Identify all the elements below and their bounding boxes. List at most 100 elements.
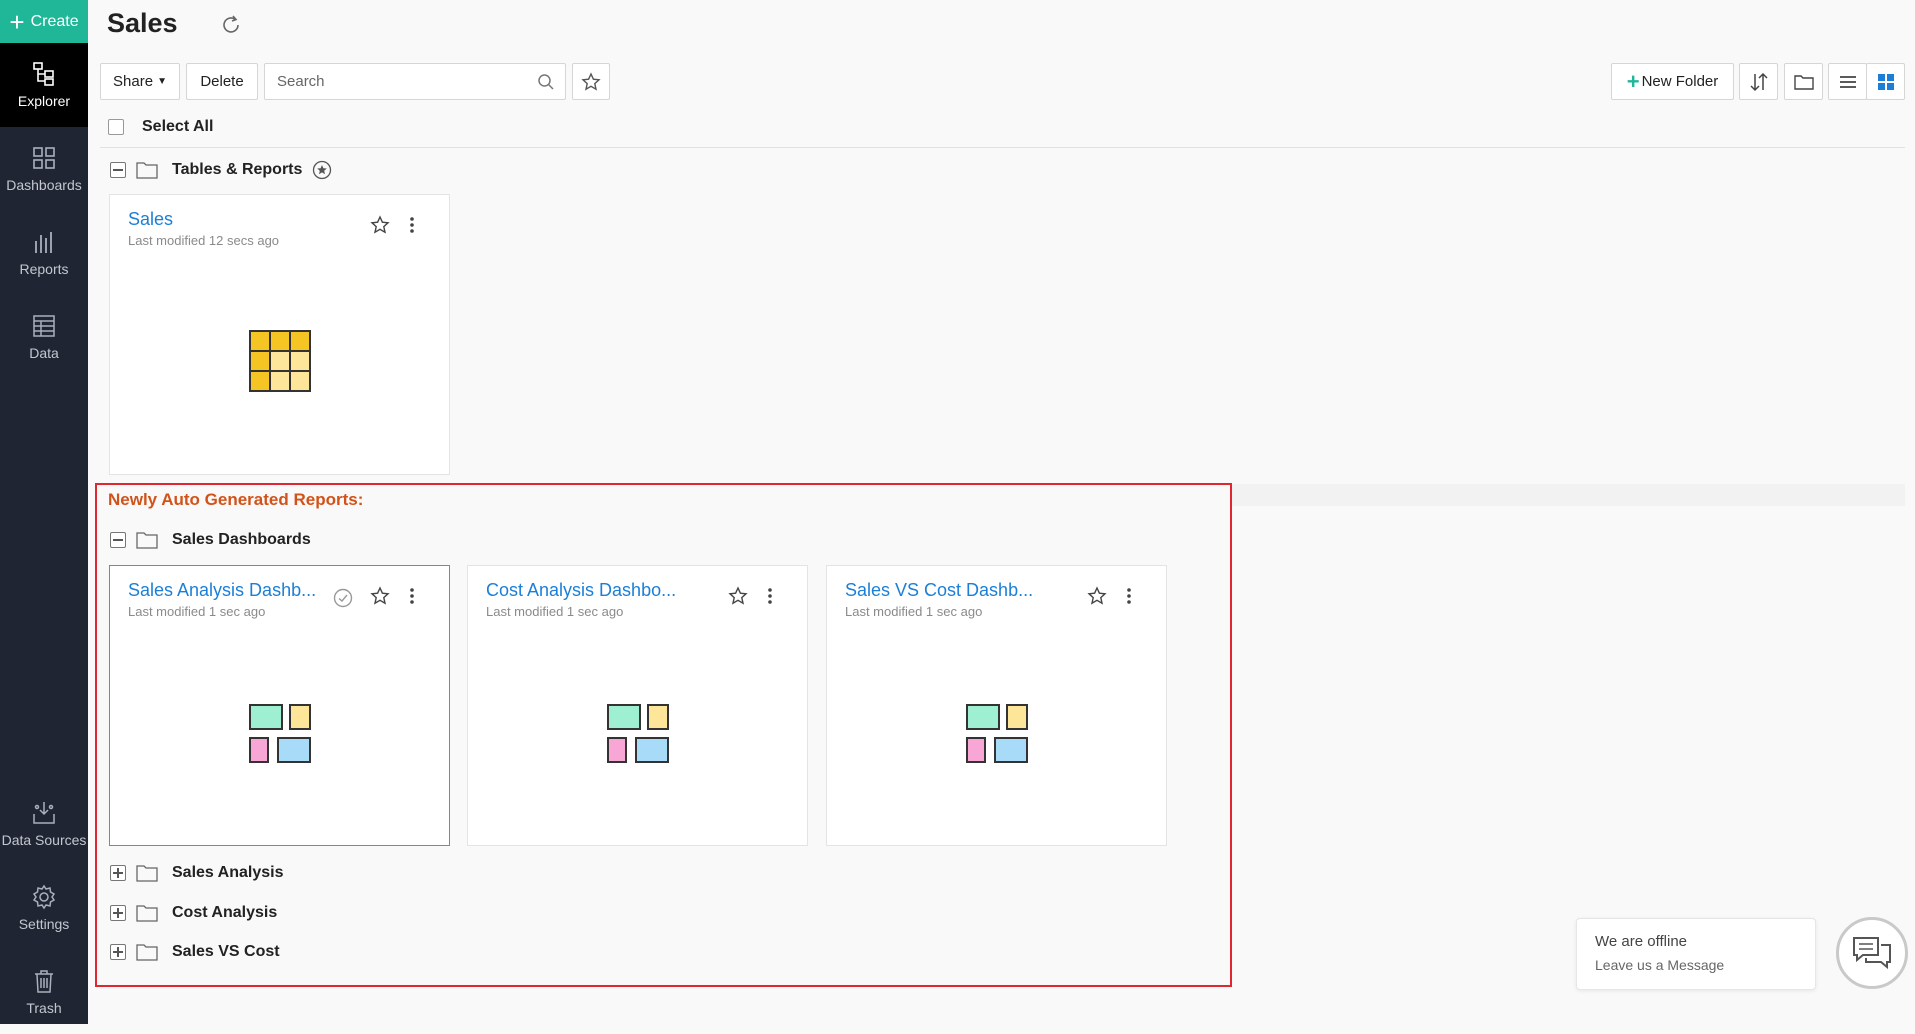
row-band xyxy=(1232,484,1905,506)
folder-label: Cost Analysis xyxy=(172,904,278,921)
grid-view-button[interactable] xyxy=(1866,63,1905,100)
folder-label: Sales VS Cost xyxy=(172,943,280,960)
dashboard-card-cost-analysis[interactable]: Cost Analysis Dashbo... Last modified 1 … xyxy=(467,565,808,846)
grid-icon xyxy=(1877,73,1894,90)
divider xyxy=(100,147,1905,148)
list-icon xyxy=(1839,75,1856,88)
folder-row-cost-analysis[interactable]: Cost Analysis xyxy=(110,904,277,922)
star-icon[interactable] xyxy=(370,586,390,606)
card-title[interactable]: Sales VS Cost Dashb... xyxy=(845,580,1033,601)
folder-label: Sales Dashboards xyxy=(172,531,311,548)
share-button[interactable]: Share ▼ xyxy=(100,63,180,100)
sidebar: + Create Explorer Dashboards Reports Dat… xyxy=(0,0,88,1024)
folder-row-sales-vs-cost[interactable]: Sales VS Cost xyxy=(110,943,280,961)
chat-cta[interactable]: Leave us a Message xyxy=(1595,957,1724,973)
sidebar-item-label: Trash xyxy=(26,1000,62,1016)
search-icon[interactable] xyxy=(537,73,555,91)
sidebar-item-explorer[interactable]: Explorer xyxy=(0,43,88,127)
plus-icon: + xyxy=(9,6,25,37)
sidebar-item-label: Dashboards xyxy=(6,177,82,193)
folder-row-sales-dashboards[interactable]: Sales Dashboards xyxy=(110,531,311,549)
expand-toggle[interactable] xyxy=(110,865,126,881)
more-options-icon[interactable] xyxy=(402,586,422,606)
star-icon[interactable] xyxy=(728,586,748,606)
dashboard-card-sales-analysis[interactable]: Sales Analysis Dashb... Last modified 1 … xyxy=(109,565,450,846)
sidebar-item-label: Settings xyxy=(18,916,70,932)
sort-icon xyxy=(1749,72,1768,91)
collapse-toggle[interactable] xyxy=(110,532,126,548)
sidebar-item-data-sources[interactable]: Data Sources xyxy=(0,782,88,866)
newly-generated-label: Newly Auto Generated Reports: xyxy=(108,490,364,509)
data-sources-icon xyxy=(33,802,55,824)
data-icon xyxy=(33,315,55,337)
sidebar-item-dashboards[interactable]: Dashboards xyxy=(0,127,88,211)
select-all-checkbox[interactable] xyxy=(108,119,124,135)
delete-button[interactable]: Delete xyxy=(186,63,258,100)
refresh-icon[interactable] xyxy=(219,13,243,37)
expand-toggle[interactable] xyxy=(110,944,126,960)
collapse-toggle[interactable] xyxy=(110,162,126,178)
sidebar-item-label: Reports xyxy=(19,261,69,277)
folder-icon xyxy=(136,162,158,179)
favorite-filter-button[interactable] xyxy=(572,63,610,100)
folder-label: Tables & Reports xyxy=(172,161,303,178)
dashboards-icon xyxy=(33,147,55,169)
sidebar-item-reports[interactable]: Reports xyxy=(0,211,88,295)
sidebar-item-label: Data Sources xyxy=(1,832,87,848)
search-input[interactable] xyxy=(265,64,525,99)
list-view-button[interactable] xyxy=(1828,63,1867,100)
create-button[interactable]: + Create xyxy=(0,0,88,43)
card-modified: Last modified 1 sec ago xyxy=(845,604,983,619)
expand-toggle[interactable] xyxy=(110,905,126,921)
more-options-icon[interactable] xyxy=(760,586,780,606)
chat-message-box[interactable]: We are offline Leave us a Message xyxy=(1576,918,1816,990)
folder-icon xyxy=(136,944,158,961)
card-title[interactable]: Sales Analysis Dashb... xyxy=(128,580,316,601)
starred-badge-icon xyxy=(313,160,332,180)
plus-icon: + xyxy=(1626,68,1640,94)
reports-icon xyxy=(35,232,52,253)
star-icon[interactable] xyxy=(1087,586,1107,606)
dashboard-card-sales-vs-cost[interactable]: Sales VS Cost Dashb... Last modified 1 s… xyxy=(826,565,1167,846)
table-icon xyxy=(249,330,311,392)
chat-bubble-icon xyxy=(1853,937,1891,970)
sidebar-item-label: Data xyxy=(29,345,59,361)
folder-icon xyxy=(1793,74,1814,90)
dashboard-icon xyxy=(607,704,669,763)
more-options-icon[interactable] xyxy=(1119,586,1139,606)
sort-button[interactable] xyxy=(1739,63,1778,100)
more-options-icon[interactable] xyxy=(402,215,422,235)
table-card-sales[interactable]: Sales Last modified 12 secs ago xyxy=(109,194,450,475)
sidebar-item-label: Explorer xyxy=(17,93,71,109)
chat-button[interactable] xyxy=(1836,917,1908,989)
search-box xyxy=(264,63,566,100)
card-modified: Last modified 12 secs ago xyxy=(128,233,280,248)
dashboard-icon xyxy=(249,704,311,763)
trash-icon xyxy=(35,970,53,993)
card-modified: Last modified 1 sec ago xyxy=(486,604,624,619)
card-title[interactable]: Sales xyxy=(128,209,173,230)
folder-label: Sales Analysis xyxy=(172,864,284,881)
star-icon[interactable] xyxy=(370,215,390,235)
card-title[interactable]: Cost Analysis Dashbo... xyxy=(486,580,676,601)
folder-view-button[interactable] xyxy=(1784,63,1823,100)
gear-icon xyxy=(32,884,56,910)
new-folder-button[interactable]: + New Folder xyxy=(1611,63,1734,100)
create-label: Create xyxy=(30,12,79,30)
page-title: Sales xyxy=(107,8,178,38)
select-all-row[interactable]: Select All xyxy=(108,118,213,136)
folder-row-sales-analysis[interactable]: Sales Analysis xyxy=(110,864,283,882)
explorer-icon xyxy=(33,62,54,86)
card-modified: Last modified 1 sec ago xyxy=(128,604,266,619)
chat-status: We are offline xyxy=(1595,933,1687,950)
folder-icon xyxy=(136,905,158,922)
sidebar-item-trash[interactable]: Trash xyxy=(0,950,88,1034)
folder-row-tables-reports[interactable]: Tables & Reports xyxy=(110,160,332,180)
select-all-label: Select All xyxy=(142,118,214,135)
sidebar-item-settings[interactable]: Settings xyxy=(0,866,88,950)
caret-down-icon: ▼ xyxy=(157,76,167,87)
check-circle-icon[interactable] xyxy=(333,588,353,608)
star-icon xyxy=(581,71,601,91)
dashboard-icon xyxy=(966,704,1028,763)
sidebar-item-data[interactable]: Data xyxy=(0,295,88,379)
